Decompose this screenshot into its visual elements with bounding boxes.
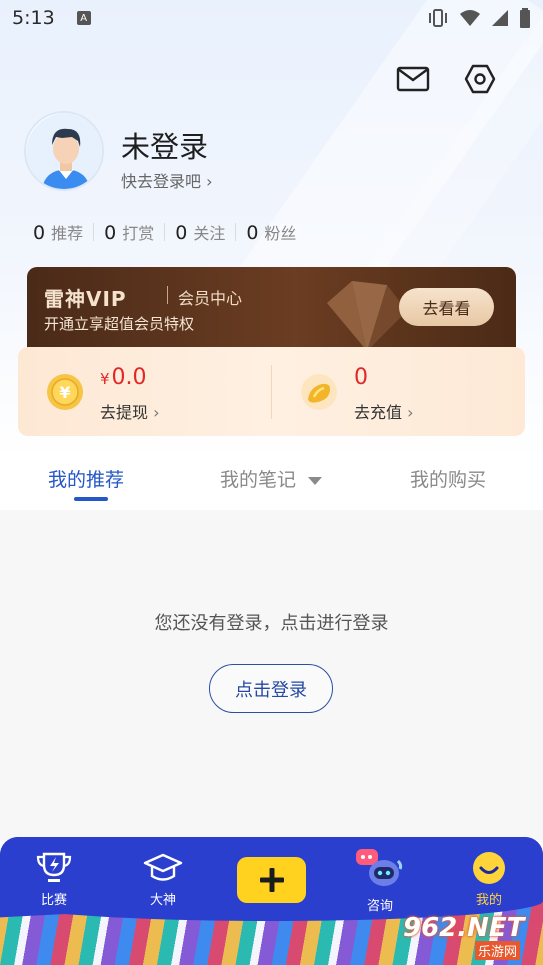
watermark: 962.NET 乐游网 [403, 913, 531, 960]
stat-divider [235, 223, 237, 241]
nav-item-consult[interactable]: 咨询 [335, 847, 425, 914]
vip-view-button[interactable]: 去看看 [399, 288, 494, 326]
cash-section[interactable]: ¥ ¥0.0 去提现 › [18, 347, 271, 436]
vip-subtitle: 开通立享超值会员特权 [44, 315, 195, 333]
currency-symbol: ¥ [100, 370, 110, 388]
stat-following[interactable]: 0 关注 [175, 220, 225, 244]
tab-my-notes[interactable]: 我的笔记 [220, 465, 323, 492]
coins-section[interactable]: 0 去充值 › [272, 347, 525, 436]
profile-stats: 0 推荐 0 打赏 0 关注 0 粉丝 [33, 220, 296, 244]
status-indicators [427, 8, 531, 28]
chevron-right-icon: › [407, 403, 414, 422]
wallet-card: ¥ ¥0.0 去提现 › 0 去充值 › [18, 347, 525, 436]
vip-center-label: 会员中心 [178, 289, 243, 308]
watermark-logo: 962.NET [403, 913, 525, 943]
nav-label: 我的 [475, 893, 502, 908]
smiley-icon [473, 852, 505, 884]
stat-label: 推荐 [51, 224, 84, 243]
graduation-cap-icon [143, 853, 183, 881]
status-time: 5:13 [12, 7, 55, 29]
mail-button[interactable] [396, 62, 430, 96]
empty-state-message: 您还没有登录，点击进行登录 [154, 613, 389, 634]
vip-logo: 雷神VIP [44, 287, 127, 311]
hexagon-settings-icon [464, 64, 496, 94]
add-post-button[interactable] [237, 857, 306, 903]
mail-icon [396, 66, 430, 92]
robot-chat-icon [356, 849, 403, 886]
caret-down-icon [308, 476, 323, 485]
stat-value: 0 [246, 222, 259, 244]
settings-button[interactable] [463, 62, 497, 96]
gold-ingot-icon [301, 374, 337, 410]
plus-icon [259, 868, 284, 892]
svg-text:¥: ¥ [59, 383, 70, 402]
nav-item-mine[interactable]: 我的 [444, 851, 534, 908]
signal-icon [492, 10, 508, 26]
withdraw-link[interactable]: 去提现 › [100, 399, 160, 423]
stat-label: 打赏 [122, 224, 155, 243]
stat-value: 0 [104, 222, 117, 244]
notification-badge-icon: A [76, 11, 91, 25]
tab-my-purchases[interactable]: 我的购买 [410, 465, 486, 492]
nav-label: 比赛 [40, 893, 67, 908]
tab-my-recommend[interactable]: 我的推荐 [48, 465, 124, 492]
tab-label: 我的笔记 [220, 469, 297, 491]
stat-value: 0 [33, 222, 46, 244]
withdraw-label: 去提现 [100, 403, 149, 422]
vibrate-icon [429, 9, 447, 27]
nav-label: 大神 [149, 893, 176, 908]
content-tabs: 我的推荐 我的笔记 我的购买 [0, 450, 543, 510]
nav-label: 咨询 [366, 899, 393, 914]
stat-divider [93, 223, 95, 241]
avatar[interactable] [24, 111, 104, 191]
chevron-right-icon: › [153, 403, 160, 422]
vip-card[interactable]: 雷神VIP 会员中心 开通立享超值会员特权 去看看 [27, 267, 516, 349]
trophy-lightning-icon [36, 852, 72, 882]
login-button[interactable]: 点击登录 [209, 664, 333, 713]
content-area: 您还没有登录，点击进行登录 点击登录 [0, 510, 543, 840]
username: 未登录 [121, 130, 209, 164]
recharge-label: 去充值 [354, 403, 403, 422]
coins-value: 0 [354, 365, 368, 390]
nav-item-masters[interactable]: 大神 [118, 851, 208, 908]
recharge-link[interactable]: 去充值 › [354, 399, 414, 423]
chevron-right-icon: › [206, 172, 213, 191]
active-tab-indicator [74, 497, 108, 501]
stat-label: 粉丝 [264, 224, 297, 243]
stat-fans[interactable]: 0 粉丝 [246, 220, 296, 244]
cash-amount: 0.0 [111, 365, 147, 390]
login-hint-link[interactable]: 快去登录吧 › [121, 168, 213, 192]
stat-label: 关注 [193, 224, 226, 243]
vip-divider [167, 286, 168, 304]
watermark-sub: 乐游网 [475, 941, 521, 960]
nav-item-matches[interactable]: 比赛 [9, 851, 99, 908]
stat-recommend[interactable]: 0 推荐 [33, 220, 83, 244]
cash-value: ¥0.0 [100, 365, 147, 390]
stat-tip[interactable]: 0 打赏 [104, 220, 154, 244]
login-hint-text: 快去登录吧 [121, 172, 202, 191]
yen-coin-icon: ¥ [47, 374, 83, 410]
stat-value: 0 [175, 222, 188, 244]
battery-icon [520, 8, 530, 28]
stat-divider [164, 223, 166, 241]
wifi-icon [460, 10, 480, 26]
